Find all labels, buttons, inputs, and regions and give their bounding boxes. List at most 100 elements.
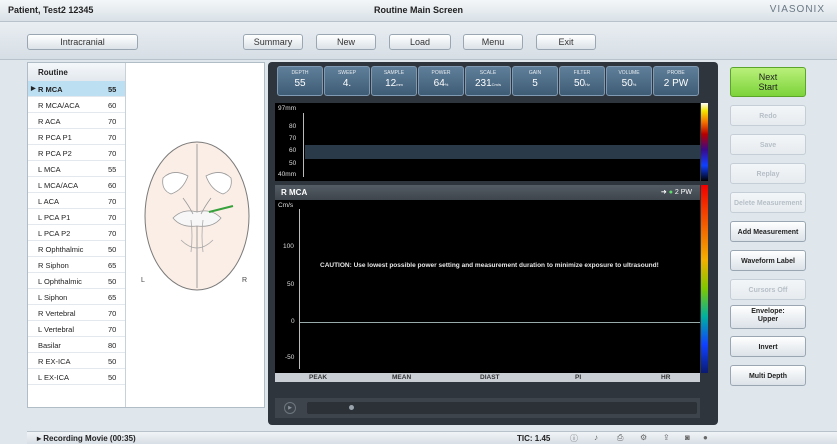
playback-bar: ▶	[275, 398, 700, 418]
routine-row[interactable]: L Ophthalmic 50	[28, 273, 125, 289]
vessel-depth: 50	[108, 357, 117, 366]
param-gain[interactable]: GAIN 5	[512, 66, 558, 96]
param-sweep[interactable]: SWEEP 4.	[324, 66, 370, 96]
status-dot-icon: ●	[668, 189, 673, 196]
play-icon[interactable]: ▶	[284, 402, 296, 414]
invert-button[interactable]: Invert	[730, 336, 806, 357]
alert-icon[interactable]: ●	[703, 433, 708, 442]
param-probe[interactable]: PROBE 2 PW	[653, 66, 699, 96]
vessel-depth: 80	[108, 341, 117, 350]
routine-row[interactable]: R PCA P1 70	[28, 129, 125, 145]
info-icon[interactable]: ⓘ	[570, 433, 578, 444]
routine-row[interactable]: L Siphon 65	[28, 289, 125, 305]
cursors-off-button[interactable]: Cursors Off	[730, 279, 806, 300]
param-sample[interactable]: SAMPLE 12mm	[371, 66, 417, 96]
next-start-button[interactable]: Next Start	[730, 67, 806, 97]
param-unit: %	[444, 82, 449, 87]
multi-depth-button[interactable]: Multi Depth	[730, 365, 806, 386]
m-mode-display[interactable]: 97mm 80 70 60 50 40mm	[275, 103, 700, 181]
new-button[interactable]: New	[316, 34, 376, 50]
probe-icon[interactable]: ♪	[594, 433, 598, 442]
menu-button[interactable]: Menu	[463, 34, 523, 50]
m-mode-color-bar	[701, 103, 708, 181]
camera-icon[interactable]: ◙	[685, 433, 690, 442]
param-label: DEPTH	[291, 70, 309, 76]
param-label: PROBE	[667, 70, 685, 76]
vessel-name: L ACA	[38, 197, 59, 206]
probe-mode-label: 2 PW	[674, 189, 692, 196]
routine-row[interactable]: L MCA 55	[28, 161, 125, 177]
routine-row[interactable]: R EX-ICA 50	[28, 353, 125, 369]
param-scale[interactable]: SCALE 231Cm/s	[465, 66, 511, 96]
routine-row[interactable]: L PCA P1 70	[28, 209, 125, 225]
routine-row[interactable]: L EX-ICA 50	[28, 369, 125, 385]
param-volume[interactable]: VOLUME 50%	[606, 66, 652, 96]
vessel-name: L MCA	[38, 165, 61, 174]
vessel-depth: 50	[108, 277, 117, 286]
routine-row[interactable]: L MCA/ACA 60	[28, 177, 125, 193]
param-filter[interactable]: FILTER 50Hz	[559, 66, 605, 96]
recording-status[interactable]: ▸ Recording Movie (00:35)	[37, 434, 136, 443]
routine-row[interactable]: Basilar 80	[28, 337, 125, 353]
routine-row[interactable]: R PCA P2 70	[28, 145, 125, 161]
routine-panel: Routine ▶ R MCA 55 R MCA/ACA 60 R ACA 70 R PCA …	[27, 62, 265, 408]
selected-arrow-icon: ▶	[31, 86, 36, 92]
next-label: Next	[758, 72, 778, 82]
scroll-thumb[interactable]	[349, 405, 354, 410]
settings-icon[interactable]: ⚙	[640, 433, 647, 442]
load-button[interactable]: Load	[389, 34, 451, 50]
peak-label: PEAK	[309, 374, 328, 381]
velocity-tick-50: 50	[287, 281, 295, 288]
routine-row[interactable]: R ACA 70	[28, 113, 125, 129]
routine-row[interactable]: L ACA 70	[28, 193, 125, 209]
param-unit: mm	[396, 82, 403, 87]
param-depth[interactable]: DEPTH 55	[277, 66, 323, 96]
vessel-depth: 70	[108, 149, 117, 158]
nav-bar: Intracranial Summary New Load Menu Exit	[0, 22, 837, 60]
vessel-name: R MCA	[281, 188, 308, 197]
param-value: 64%	[433, 78, 449, 89]
caution-message: CAUTION: Use lowest possible power setti…	[320, 262, 659, 269]
spectral-display[interactable]: R MCA ➜ ● 2 PW Cm/s 100 50 0 -50 CAUTION…	[275, 185, 700, 373]
param-power[interactable]: POWER 64%	[418, 66, 464, 96]
routine-row[interactable]: ▶ R MCA 55	[28, 81, 125, 97]
vessel-name: L EX-ICA	[38, 373, 69, 382]
intracranial-button[interactable]: Intracranial	[27, 34, 138, 50]
delete-measurement-button[interactable]: Delete Measurement	[730, 192, 806, 213]
routine-row[interactable]: R Ophthalmic 50	[28, 241, 125, 257]
routine-row[interactable]: R Vertebral 70	[28, 305, 125, 321]
param-value: 50%	[621, 78, 637, 89]
print-icon[interactable]: ⎙	[617, 433, 623, 443]
vessel-depth: 60	[108, 181, 117, 190]
status-bar: ▸ Recording Movie (00:35) TIC: 1.45 ⓘ ♪ …	[27, 431, 837, 444]
param-value: 50Hz	[573, 78, 590, 89]
add-measurement-button[interactable]: Add Measurement	[730, 221, 806, 242]
param-value: 5	[532, 78, 538, 89]
vessel-name: R ACA	[38, 117, 61, 126]
velocity-tick-minus-50: -50	[285, 354, 295, 361]
replay-button[interactable]: Replay	[730, 163, 806, 184]
waveform-label-button[interactable]: Waveform Label	[730, 250, 806, 271]
vessel-name: L PCA P2	[38, 229, 71, 238]
envelope-button[interactable]: Envelope: Upper	[730, 305, 806, 329]
routine-row[interactable]: L PCA P2 70	[28, 225, 125, 241]
param-unit: %	[632, 82, 637, 87]
right-side-label: R	[242, 277, 248, 284]
save-button[interactable]: Save	[730, 134, 806, 155]
playback-scrollbar[interactable]	[307, 402, 697, 414]
exit-button[interactable]: Exit	[536, 34, 596, 50]
vessel-name: R Vertebral	[38, 309, 76, 318]
action-panel: Next Start Redo Save Replay Delete Measu…	[728, 62, 830, 412]
param-unit: Hz	[585, 82, 590, 87]
probe-mode: ➜ ● 2 PW	[661, 188, 692, 196]
routine-row[interactable]: L Vertebral 70	[28, 321, 125, 337]
brain-diagram[interactable]	[133, 128, 261, 298]
export-icon[interactable]: ⇪	[663, 433, 670, 442]
routine-header: Routine	[28, 63, 125, 81]
redo-button[interactable]: Redo	[730, 105, 806, 126]
routine-row[interactable]: R MCA/ACA 60	[28, 97, 125, 113]
velocity-axis	[299, 209, 300, 369]
summary-button[interactable]: Summary	[243, 34, 303, 50]
routine-row[interactable]: R Siphon 65	[28, 257, 125, 273]
vessel-depth: 60	[108, 101, 117, 110]
